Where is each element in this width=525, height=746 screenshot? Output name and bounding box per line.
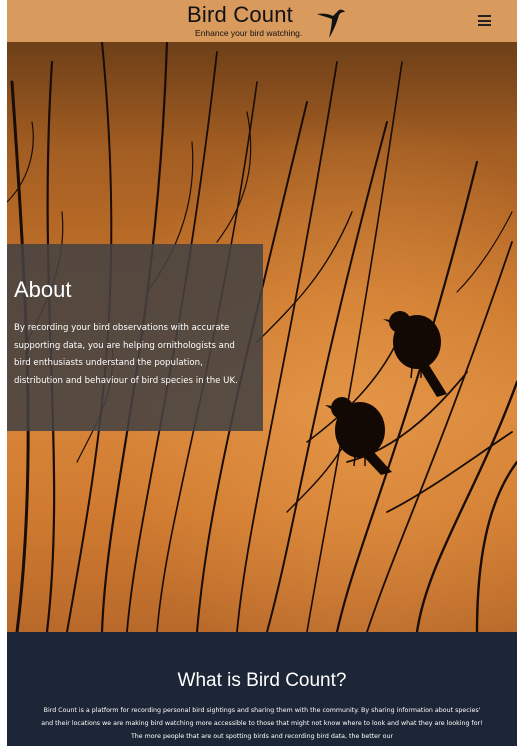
site-title[interactable]: Bird Count <box>187 3 302 27</box>
what-is-heading: What is Bird Count? <box>177 670 347 691</box>
site-tagline: Enhance your bird watching. <box>195 28 303 38</box>
brand[interactable]: Bird Count Enhance your bird watching. <box>187 3 303 39</box>
what-is-section: What is Bird Count? Bird Count is a plat… <box>7 632 517 746</box>
about-panel: About By recording your bird observation… <box>7 244 263 431</box>
hamburger-menu-icon[interactable] <box>478 15 491 26</box>
flying-bird-icon <box>317 9 345 38</box>
about-text: By recording your bird observations with… <box>14 323 238 386</box>
site-header: Bird Count Enhance your bird watching. <box>7 0 517 42</box>
about-heading: About <box>14 277 72 302</box>
hero-section: About By recording your bird observation… <box>7 42 517 632</box>
what-is-text: Bird Count is a platform for recording p… <box>41 707 483 740</box>
